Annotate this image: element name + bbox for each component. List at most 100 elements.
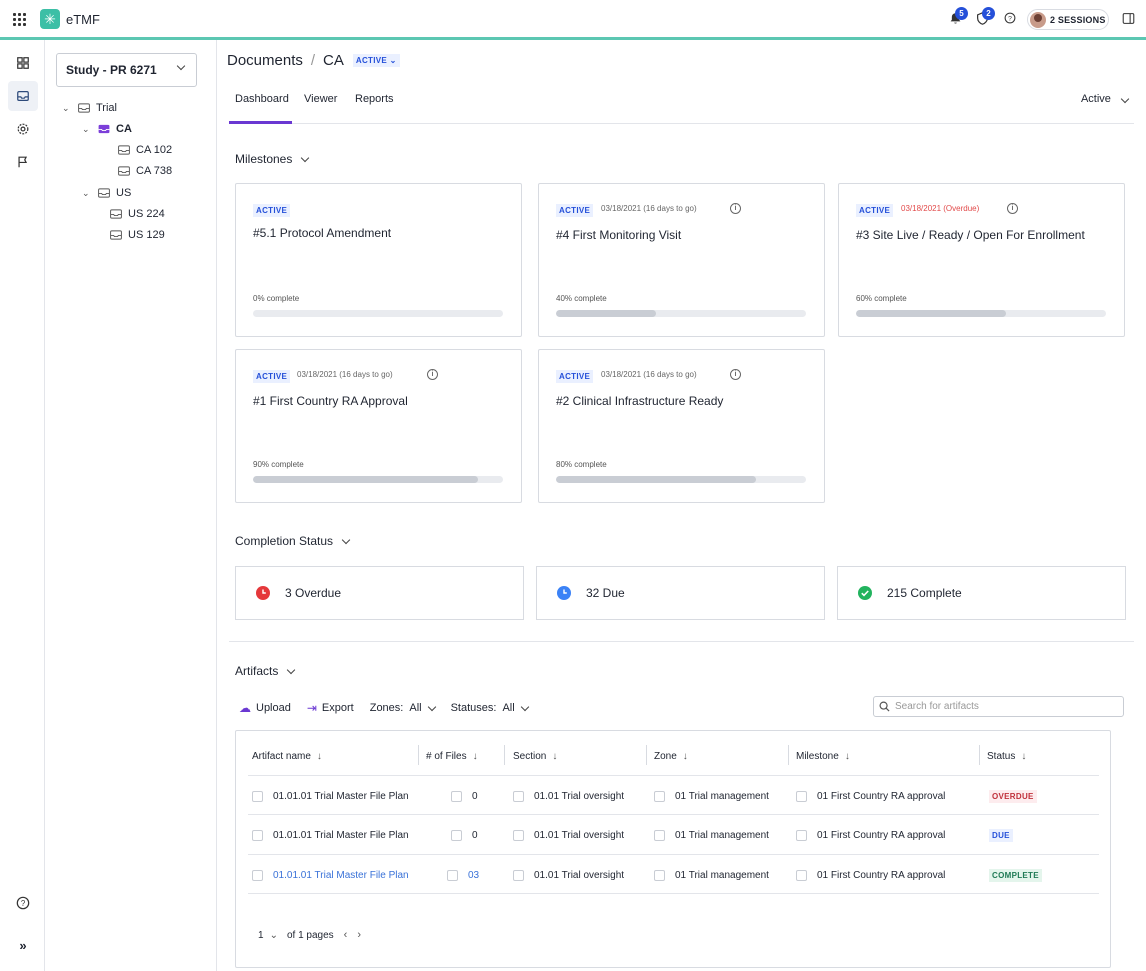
- artifact-name-link[interactable]: 01.01.01 Trial Master File Plan: [273, 870, 409, 881]
- bell-icon[interactable]: 5: [949, 7, 968, 26]
- files-count: 0: [472, 790, 478, 802]
- progress-fill: [253, 476, 478, 483]
- milestone-progress-label: 90% complete: [253, 460, 304, 469]
- overdue-summary-card[interactable]: 3 Overdue: [235, 566, 524, 620]
- column-header-section[interactable]: Section ↓: [513, 749, 557, 763]
- column-header-milestone[interactable]: Milestone ↓: [796, 749, 850, 763]
- milestone-card[interactable]: ACTIVE 03/18/2021 (16 days to go) i #1 F…: [235, 349, 522, 503]
- row-checkbox[interactable]: [252, 790, 263, 802]
- sessions-button[interactable]: 2 SESSIONS: [1027, 9, 1109, 30]
- tree-node-trial[interactable]: ⌄ Trial: [62, 102, 117, 114]
- milestone-card[interactable]: ACTIVE 03/18/2021 (Overdue) i #3 Site Li…: [838, 183, 1125, 337]
- milestone-card[interactable]: ACTIVE #5.1 Protocol Amendment 0% comple…: [235, 183, 522, 337]
- status-badge: ACTIVE: [253, 370, 291, 383]
- rail-documents-button[interactable]: [8, 81, 38, 111]
- files-checkbox[interactable]: [451, 790, 462, 802]
- tab-viewer[interactable]: Viewer: [298, 93, 343, 124]
- search-icon: [879, 701, 890, 712]
- column-label: Status: [987, 750, 1016, 762]
- zone-checkbox[interactable]: [654, 829, 665, 841]
- section-checkbox[interactable]: [513, 829, 524, 841]
- statuses-filter[interactable]: Statuses: All: [451, 702, 529, 714]
- prev-page-icon[interactable]: ‹: [344, 929, 348, 941]
- shield-icon[interactable]: 2: [976, 7, 995, 26]
- tree-node-ca-102[interactable]: CA 102: [118, 144, 172, 156]
- tab-dashboard[interactable]: Dashboard: [229, 93, 292, 124]
- rail-milestones-button[interactable]: [8, 147, 38, 177]
- milestone-checkbox[interactable]: [796, 869, 807, 881]
- column-header-files[interactable]: # of Files ↓: [426, 749, 478, 763]
- upload-label: Upload: [256, 702, 291, 714]
- check-circle-icon: [858, 586, 872, 600]
- tree-node-ca-738[interactable]: CA 738: [118, 165, 172, 177]
- milestone-progress-bar: [253, 476, 503, 483]
- zones-filter-value: All: [409, 702, 422, 714]
- milestone-checkbox[interactable]: [796, 790, 807, 802]
- row-divider: [248, 814, 1099, 815]
- tree-node-us-129[interactable]: US 129: [110, 229, 165, 241]
- tree-node-us-224[interactable]: US 224: [110, 208, 165, 220]
- zones-filter[interactable]: Zones: All: [369, 702, 436, 714]
- tree-node-label: US: [116, 187, 132, 199]
- upload-button[interactable]: ☁ Upload: [239, 701, 291, 715]
- status-badge: ACTIVE: [253, 204, 291, 217]
- export-button[interactable]: ⇥ Export: [307, 701, 354, 715]
- study-select[interactable]: Study - PR 6271: [56, 53, 197, 87]
- milestone-card[interactable]: ACTIVE 03/18/2021 (16 days to go) i #2 C…: [538, 349, 825, 503]
- caret-down-icon: ⌄: [82, 187, 90, 198]
- milestone-progress-label: 60% complete: [856, 294, 907, 303]
- info-icon[interactable]: i: [730, 369, 741, 380]
- row-checkbox[interactable]: [252, 869, 263, 881]
- column-label: Zone: [654, 750, 677, 762]
- info-icon[interactable]: i: [427, 369, 438, 380]
- row-checkbox[interactable]: [252, 829, 263, 841]
- column-label: Section: [513, 750, 547, 762]
- due-summary-card[interactable]: 32 Due: [536, 566, 825, 620]
- artifacts-section-toggle[interactable]: Artifacts: [235, 664, 296, 678]
- chevron-down-icon[interactable]: ⌄: [270, 930, 278, 941]
- complete-summary-card[interactable]: 215 Complete: [837, 566, 1126, 620]
- rail-settings-button[interactable]: [8, 114, 38, 144]
- app-logo-icon: ✳: [40, 9, 60, 29]
- milestones-section-toggle[interactable]: Milestones: [235, 152, 310, 166]
- next-page-icon[interactable]: ›: [357, 929, 361, 941]
- active-filter-dropdown[interactable]: Active: [1081, 93, 1130, 105]
- rail-dashboard-button[interactable]: [8, 48, 38, 78]
- tab-reports[interactable]: Reports: [349, 93, 400, 124]
- cloud-upload-icon: ☁: [239, 701, 251, 715]
- column-header-zone[interactable]: Zone ↓: [654, 749, 688, 763]
- milestone-date: 03/18/2021 (16 days to go): [601, 204, 697, 213]
- study-select-label: Study - PR 6271: [66, 63, 157, 77]
- section-checkbox[interactable]: [513, 790, 524, 802]
- info-icon[interactable]: i: [730, 203, 741, 214]
- milestone-card[interactable]: ACTIVE 03/18/2021 (16 days to go) i #4 F…: [538, 183, 825, 337]
- info-icon[interactable]: i: [1007, 203, 1018, 214]
- breadcrumb-root[interactable]: Documents: [227, 52, 303, 69]
- caret-down-icon: ⌄: [62, 102, 70, 113]
- files-count-link[interactable]: 03: [468, 870, 479, 881]
- files-checkbox[interactable]: [447, 869, 458, 881]
- apps-grid-icon[interactable]: [13, 13, 26, 26]
- zone-checkbox[interactable]: [654, 869, 665, 881]
- tree-node-us[interactable]: ⌄ US: [82, 187, 131, 199]
- panel-toggle-icon[interactable]: [1122, 12, 1136, 26]
- help-icon[interactable]: ?: [1004, 12, 1018, 26]
- page-select[interactable]: 1: [258, 930, 264, 941]
- column-header-status[interactable]: Status ↓: [987, 749, 1026, 763]
- rail-expand-button[interactable]: »: [8, 930, 38, 960]
- rail-help-button[interactable]: ?: [8, 888, 38, 918]
- tree-node-ca[interactable]: ⌄ CA: [82, 123, 132, 135]
- completion-section-toggle[interactable]: Completion Status: [235, 534, 351, 548]
- zone-checkbox[interactable]: [654, 790, 665, 802]
- files-checkbox[interactable]: [451, 829, 462, 841]
- breadcrumb-status-dropdown[interactable]: ACTIVE ⌄: [352, 54, 400, 67]
- artifact-search[interactable]: [873, 696, 1124, 717]
- statuses-filter-value: All: [502, 702, 515, 714]
- zones-filter-label: Zones:: [369, 702, 404, 714]
- milestone-checkbox[interactable]: [796, 829, 807, 841]
- section-title: Completion Status: [235, 534, 334, 548]
- column-divider: [646, 745, 647, 765]
- column-header-artifact-name[interactable]: Artifact name ↓: [252, 749, 322, 763]
- search-input[interactable]: [895, 701, 1115, 712]
- section-checkbox[interactable]: [513, 869, 524, 881]
